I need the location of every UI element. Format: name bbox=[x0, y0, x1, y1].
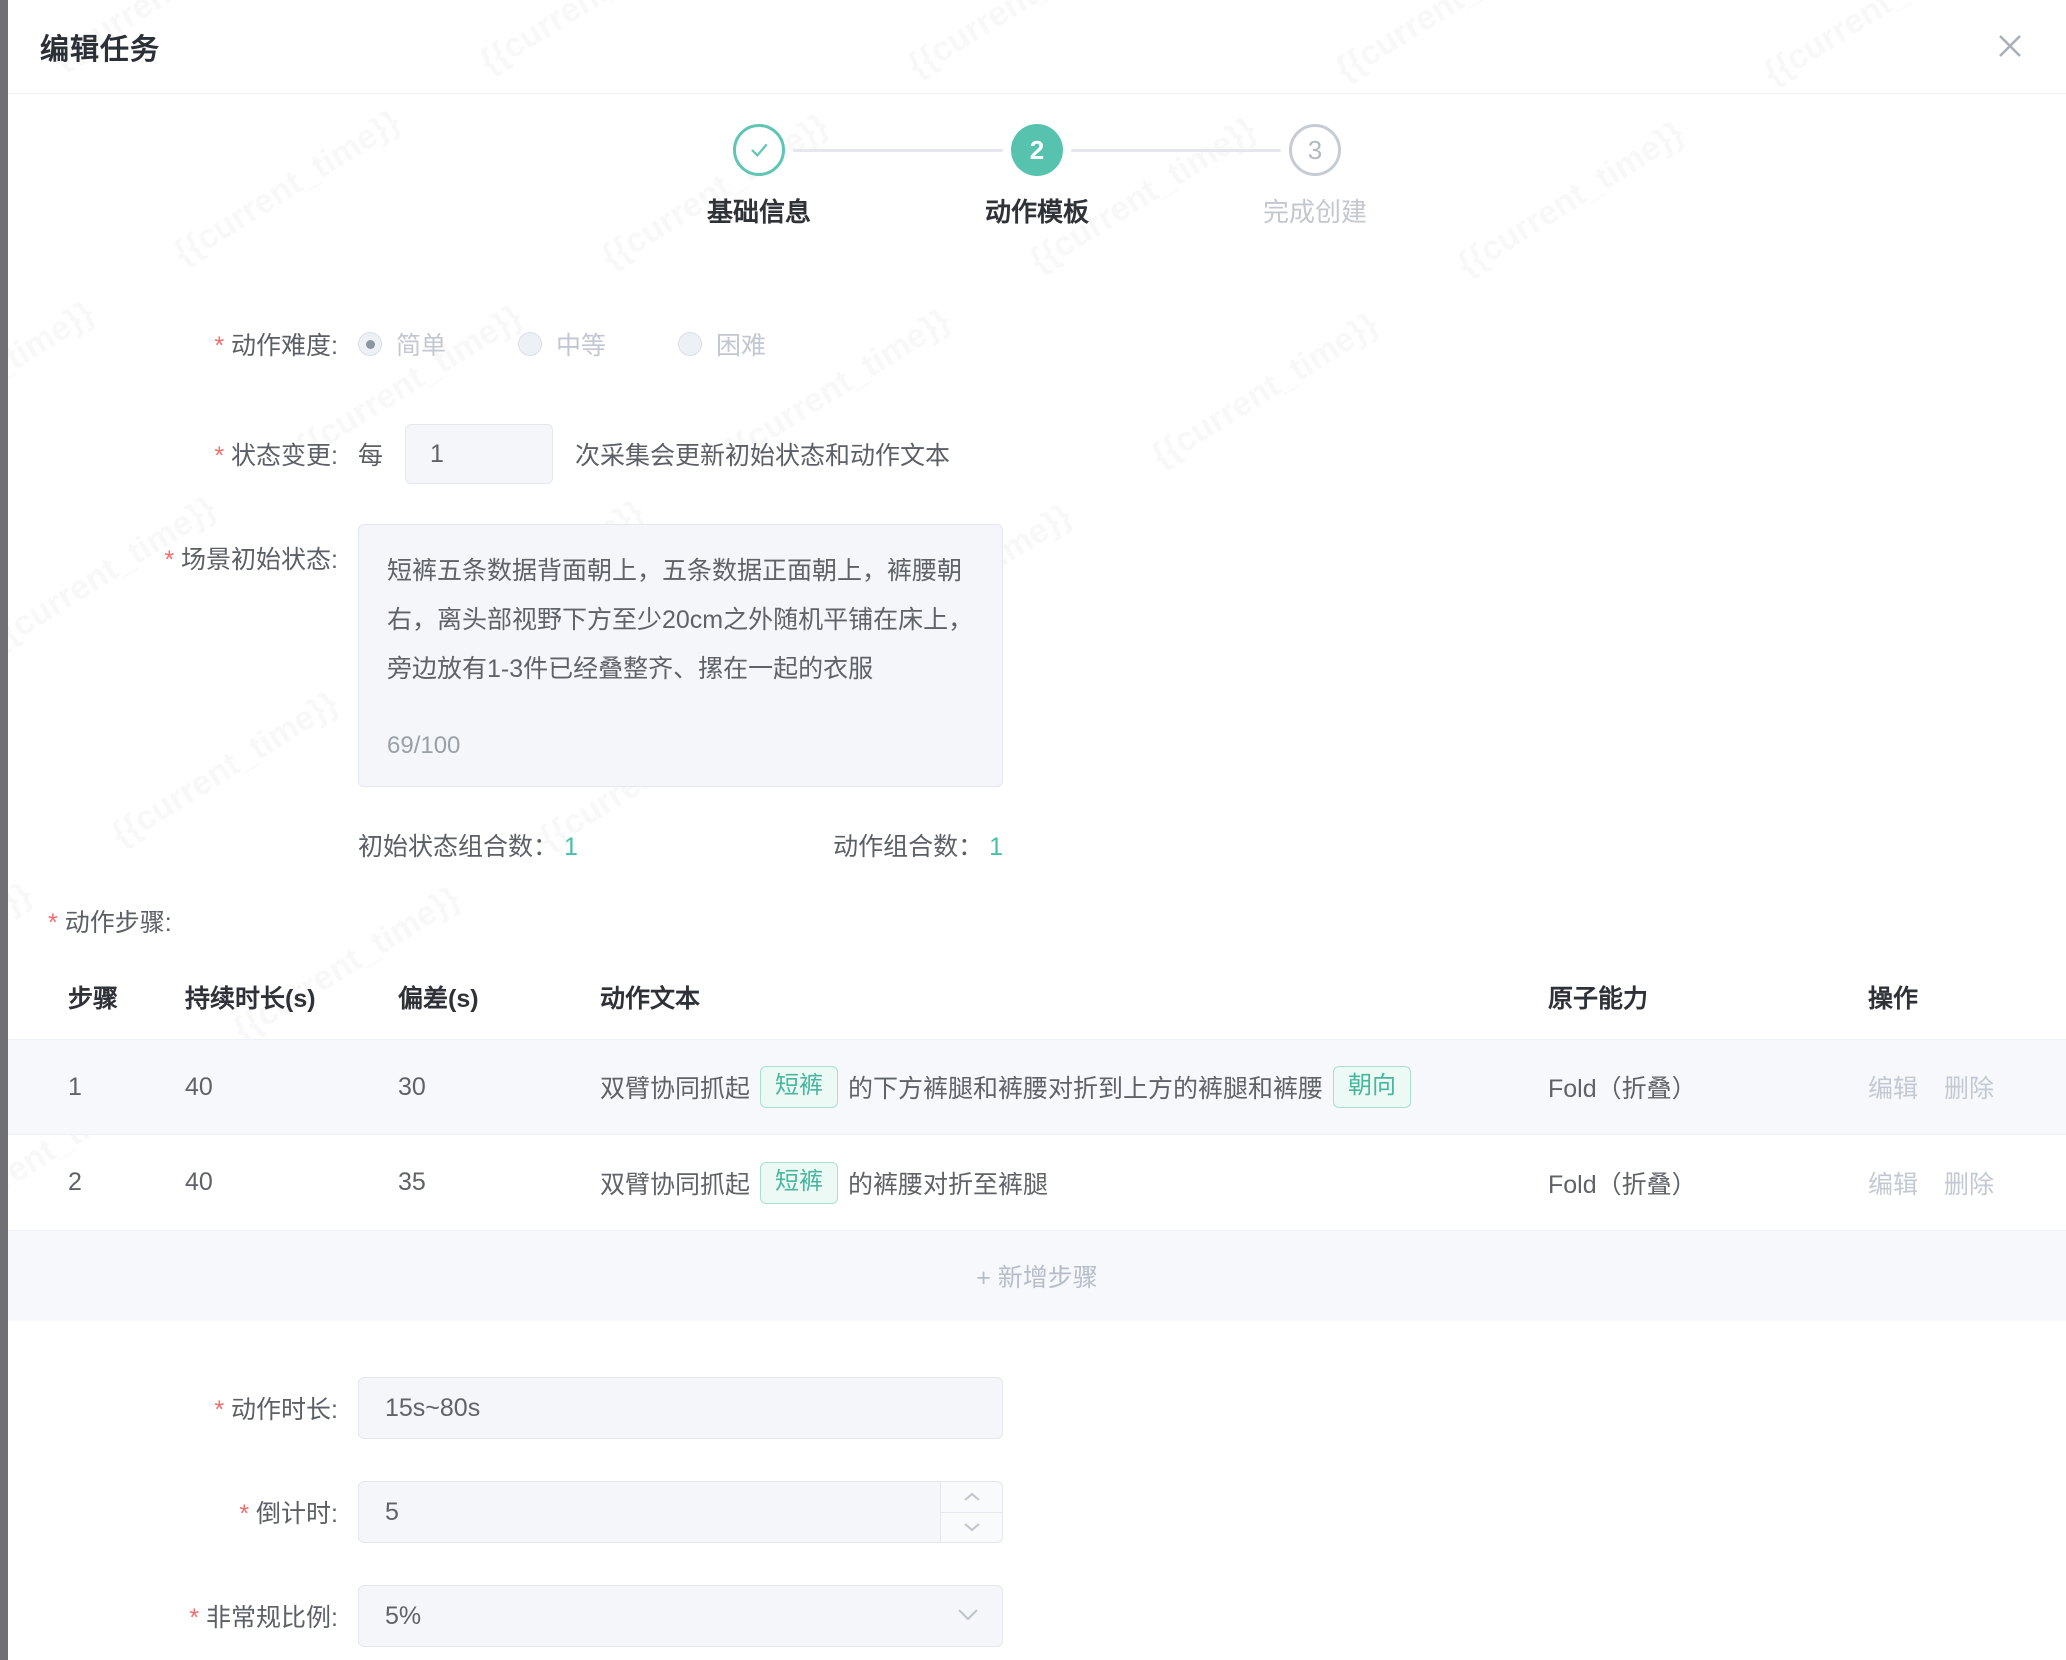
delete-link[interactable]: 删除 bbox=[1944, 1165, 1994, 1201]
table-header-row: 步骤 持续时长(s) 偏差(s) 动作文本 原子能力 操作 bbox=[8, 955, 2066, 1039]
radio-hard[interactable]: 困难 bbox=[678, 326, 766, 362]
initial-state-text: 短裤五条数据背面朝上，五条数据正面朝上，裤腰朝右，离头部视野下方至少20cm之外… bbox=[387, 557, 973, 683]
action-text-segment: 的下方裤腿和裤腰对折到上方的裤腿和裤腰 bbox=[848, 1069, 1323, 1105]
object-tag: 朝向 bbox=[1333, 1066, 1411, 1108]
add-step-button[interactable]: + 新增步骤 bbox=[8, 1231, 2066, 1321]
step-complete-creation: 3 完成创建 bbox=[1176, 124, 1454, 226]
step-3-circle: 3 bbox=[1289, 124, 1341, 176]
cell-duration: 40 bbox=[185, 1073, 398, 1102]
action-duration-row: 动作时长: bbox=[8, 1377, 2066, 1439]
wizard-stepper: 基础信息 2 动作模板 3 完成创建 bbox=[8, 124, 2066, 226]
step-action-template[interactable]: 2 动作模板 bbox=[898, 124, 1176, 226]
cell-ability: Fold（折叠） bbox=[1548, 1069, 1868, 1105]
col-action-text: 动作文本 bbox=[600, 979, 1548, 1015]
check-icon bbox=[746, 137, 772, 163]
step-3-label: 完成创建 bbox=[1263, 192, 1367, 226]
step-2-circle: 2 bbox=[1011, 124, 1063, 176]
action-combo-value: 1 bbox=[989, 833, 1003, 861]
unusual-ratio-select[interactable] bbox=[358, 1585, 1003, 1647]
difficulty-radio-group: 简单 中等 困难 bbox=[358, 326, 838, 362]
close-icon bbox=[1995, 31, 2025, 61]
edit-link[interactable]: 编辑 bbox=[1868, 1165, 1918, 1201]
action-steps-table: 步骤 持续时长(s) 偏差(s) 动作文本 原子能力 操作 14030双臂协同抓… bbox=[8, 955, 2066, 1321]
table-row: 14030双臂协同抓起短裤的下方裤腿和裤腰对折到上方的裤腿和裤腰朝向Fold（折… bbox=[8, 1039, 2066, 1135]
difficulty-label: 动作难度: bbox=[8, 326, 338, 362]
combos-row: 初始状态组合数：1 动作组合数：1 bbox=[8, 827, 2066, 863]
cell-deviation: 30 bbox=[398, 1073, 600, 1102]
number-stepper bbox=[940, 1482, 1002, 1542]
state-change-suffix: 次采集会更新初始状态和动作文本 bbox=[575, 436, 950, 472]
col-deviation: 偏差(s) bbox=[398, 979, 600, 1015]
radio-easy[interactable]: 简单 bbox=[358, 326, 446, 362]
dialog-title: 编辑任务 bbox=[40, 26, 160, 68]
radio-unselected-icon bbox=[678, 332, 702, 356]
dialog-header: 编辑任务 bbox=[8, 0, 2066, 94]
unusual-ratio-label: 非常规比例: bbox=[8, 1598, 338, 1634]
initial-state-textarea[interactable]: 短裤五条数据背面朝上，五条数据正面朝上，裤腰朝右，离头部视野下方至少20cm之外… bbox=[358, 524, 1003, 787]
stepper-up-button[interactable] bbox=[941, 1482, 1002, 1513]
col-step: 步骤 bbox=[68, 979, 185, 1015]
step-1-label: 基础信息 bbox=[707, 192, 811, 226]
step-2-label: 动作模板 bbox=[985, 192, 1089, 226]
background-page-edge bbox=[0, 0, 8, 1660]
cell-operations: 编辑删除 bbox=[1868, 1069, 2066, 1105]
radio-unselected-icon bbox=[518, 332, 542, 356]
chevron-down-icon bbox=[963, 1521, 981, 1533]
countdown-row: 倒计时: bbox=[8, 1481, 2066, 1543]
initial-state-label: 场景初始状态: bbox=[8, 524, 338, 576]
char-counter: 69/100 bbox=[387, 721, 460, 770]
state-change-input[interactable] bbox=[405, 424, 553, 484]
cell-duration: 40 bbox=[185, 1168, 398, 1197]
object-tag: 短裤 bbox=[760, 1162, 838, 1204]
steps-table-body: 14030双臂协同抓起短裤的下方裤腿和裤腰对折到上方的裤腿和裤腰朝向Fold（折… bbox=[8, 1039, 2066, 1231]
action-text-segment: 双臂协同抓起 bbox=[600, 1069, 750, 1105]
close-button[interactable] bbox=[1992, 28, 2028, 64]
delete-link[interactable]: 删除 bbox=[1944, 1069, 1994, 1105]
step-1-circle bbox=[733, 124, 785, 176]
action-duration-input[interactable] bbox=[358, 1377, 1003, 1439]
col-ability: 原子能力 bbox=[1548, 979, 1868, 1015]
cell-ability: Fold（折叠） bbox=[1548, 1165, 1868, 1201]
table-row: 24035双臂协同抓起短裤的裤腰对折至裤腿Fold（折叠）编辑删除 bbox=[8, 1135, 2066, 1231]
countdown-label: 倒计时: bbox=[8, 1494, 338, 1530]
step-basic-info[interactable]: 基础信息 bbox=[620, 124, 898, 226]
stepper-down-button[interactable] bbox=[941, 1513, 1002, 1543]
cell-step: 1 bbox=[68, 1073, 185, 1102]
cell-step: 2 bbox=[68, 1168, 185, 1197]
edit-link[interactable]: 编辑 bbox=[1868, 1069, 1918, 1105]
cell-operations: 编辑删除 bbox=[1868, 1165, 2066, 1201]
edit-task-dialog: {{current_time}} {{current_time}} {{curr… bbox=[8, 0, 2066, 1660]
action-text-segment: 双臂协同抓起 bbox=[600, 1165, 750, 1201]
object-tag: 短裤 bbox=[760, 1066, 838, 1108]
countdown-input[interactable] bbox=[358, 1481, 1003, 1543]
initial-combo-value: 1 bbox=[564, 833, 578, 861]
initial-state-row: 场景初始状态: 短裤五条数据背面朝上，五条数据正面朝上，裤腰朝右，离头部视野下方… bbox=[8, 524, 2066, 787]
radio-medium[interactable]: 中等 bbox=[518, 326, 606, 362]
col-operations: 操作 bbox=[1868, 979, 2066, 1015]
cell-action-text: 双臂协同抓起短裤的裤腰对折至裤腿 bbox=[600, 1162, 1548, 1204]
action-duration-label: 动作时长: bbox=[8, 1390, 338, 1426]
state-change-label: 状态变更: bbox=[8, 436, 338, 472]
cell-action-text: 双臂协同抓起短裤的下方裤腿和裤腰对折到上方的裤腿和裤腰朝向 bbox=[600, 1066, 1548, 1108]
initial-combo-count: 初始状态组合数：1 bbox=[358, 827, 578, 863]
difficulty-row: 动作难度: 简单 中等 困难 bbox=[8, 326, 2066, 362]
action-combo-count: 动作组合数：1 bbox=[833, 827, 1003, 863]
unusual-ratio-row: 非常规比例: bbox=[8, 1585, 2066, 1647]
radio-selected-icon bbox=[358, 332, 382, 356]
chevron-up-icon bbox=[963, 1491, 981, 1503]
state-change-prefix: 每 bbox=[358, 436, 383, 472]
action-text-segment: 的裤腰对折至裤腿 bbox=[848, 1165, 1048, 1201]
cell-deviation: 35 bbox=[398, 1168, 600, 1197]
state-change-row: 状态变更: 每 次采集会更新初始状态和动作文本 bbox=[8, 424, 2066, 484]
action-steps-section-label: 动作步骤: bbox=[48, 903, 2066, 939]
col-duration: 持续时长(s) bbox=[185, 979, 398, 1015]
